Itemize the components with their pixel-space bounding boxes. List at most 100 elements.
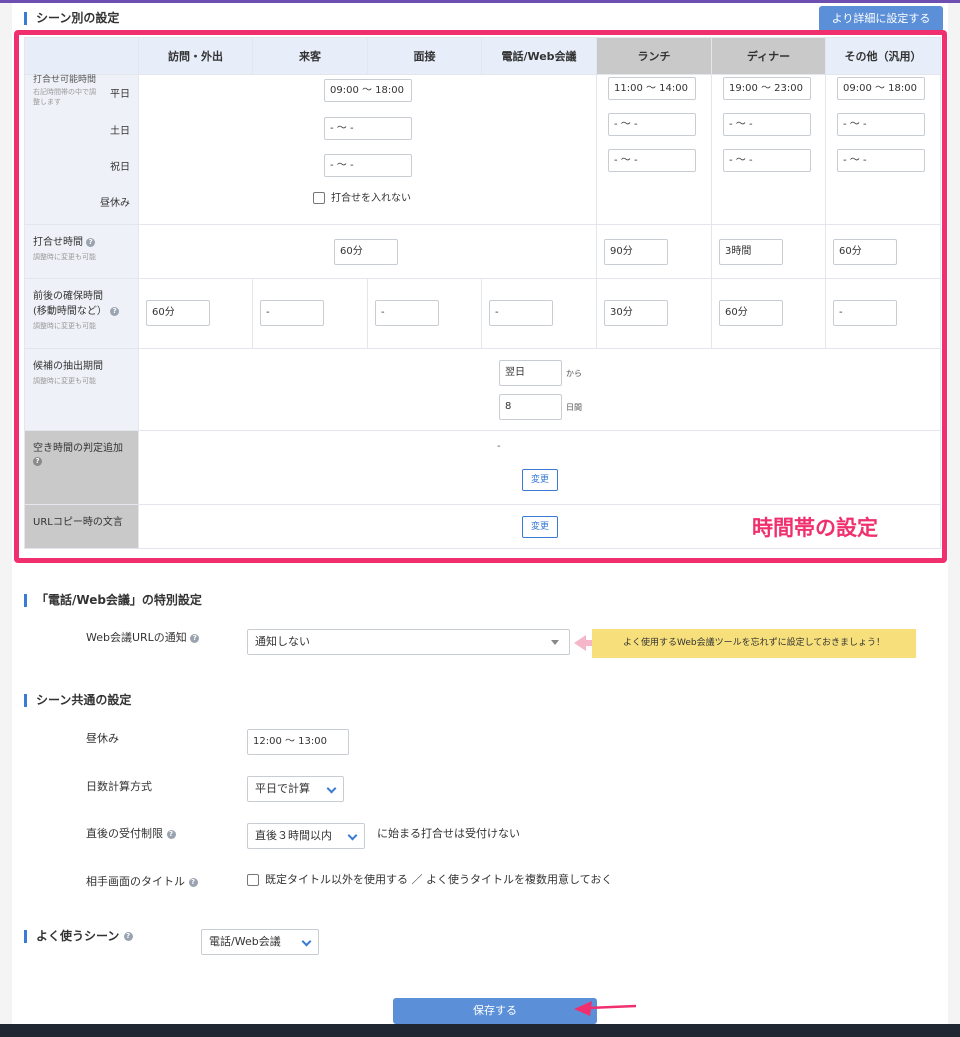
dinner-holiday-input[interactable]: - 〜 - (723, 149, 811, 172)
buffer-cell-web: - (481, 278, 597, 349)
title-option-checkbox[interactable] (247, 874, 259, 886)
url-copy-change-button[interactable]: 変更 (522, 516, 558, 538)
shared-saturday-input[interactable]: - 〜 - (324, 117, 412, 140)
buffer-input-lunch[interactable]: 30分 (604, 300, 668, 326)
period-days-label: 日間 (566, 403, 582, 412)
col-guest: 来客 (252, 37, 368, 75)
shared-hours-cell: 09:00 〜 18:00 - 〜 - - 〜 - 打合せを入れない (138, 74, 597, 225)
duration-label: 打合せ時間 (33, 237, 83, 248)
favorite-scene-value: 電話/Web会議 (209, 935, 281, 948)
dinner-saturday-input[interactable]: - 〜 - (723, 113, 811, 136)
buffer-input-other[interactable]: - (833, 300, 897, 326)
buffer-input-interview[interactable]: - (375, 300, 439, 326)
weekday-label: 平日 (110, 89, 130, 100)
lunch-break-label: 昼休み (86, 732, 119, 745)
saturday-label: 土日 (110, 126, 130, 137)
period-label-cell: 候補の抽出期間 調整時に変更も可能 (24, 348, 139, 431)
chevron-down-icon (326, 783, 337, 794)
help-icon[interactable]: ? (33, 457, 42, 466)
title-label-text: 相手画面のタイトル (86, 875, 185, 888)
meeting-hours-label-cell: 打合せ可能時間 右記時間帯の中で調整します 平日 土日 祝日 昼休み (24, 74, 139, 225)
col-other: その他（汎用） (825, 37, 941, 75)
buffer-cell-other: - (825, 278, 941, 349)
url-notify-select[interactable]: 通知しない (247, 629, 570, 655)
duration-sub: 調整時に変更も可能 (33, 253, 96, 261)
other-duration-input[interactable]: 60分 (833, 239, 897, 265)
no-meeting-checkbox[interactable] (313, 192, 325, 204)
shared-duration-input[interactable]: 60分 (334, 239, 398, 265)
buffer-cell-visit: 60分 (138, 278, 253, 349)
bottom-bar (0, 1024, 960, 1037)
help-icon[interactable]: ? (86, 237, 96, 247)
buffer-input-visit[interactable]: 60分 (146, 300, 210, 326)
shared-holiday-input[interactable]: - 〜 - (324, 154, 412, 177)
lunch-duration-input[interactable]: 90分 (604, 239, 668, 265)
lunch-holiday-input[interactable]: - 〜 - (608, 149, 696, 172)
lunch-break-input[interactable]: 12:00 〜 13:00 (247, 729, 349, 755)
help-icon[interactable]: ? (166, 829, 176, 839)
title-option[interactable]: 既定タイトル以外を使用する ／ よく使うタイトルを複数用意しておく (247, 871, 612, 887)
dropdown-arrow-icon (551, 640, 559, 645)
dinner-duration-input[interactable]: 3時間 (719, 239, 783, 265)
lunch-hours-cell: 11:00 〜 14:00 - 〜 - - 〜 - (596, 74, 712, 225)
header-empty (24, 37, 139, 75)
favorite-scene-select[interactable]: 電話/Web会議 (201, 929, 319, 955)
dinner-weekday-input[interactable]: 19:00 〜 23:00 (723, 77, 811, 100)
limit-suffix: に始まる打合せは受付けない (377, 827, 520, 840)
col-visit: 訪問・外出 (138, 37, 253, 75)
period-label: 候補の抽出期間 (33, 361, 103, 372)
lunch-duration-cell: 90分 (596, 224, 712, 279)
no-meeting-checkbox-label: 打合せを入れない (331, 193, 411, 204)
period-days-input[interactable]: 8 (499, 394, 562, 420)
url-copy-label-cell: URLコピー時の文言 (24, 504, 139, 549)
other-weekday-input[interactable]: 09:00 〜 18:00 (837, 77, 925, 100)
free-check-cell: - 変更 (138, 430, 941, 505)
free-check-change-button[interactable]: 変更 (522, 469, 558, 491)
save-arrow-icon (574, 1001, 637, 1016)
scene-settings-table: 訪問・外出 来客 面接 電話/Web会議 ランチ ディナー その他（汎用） 打合… (24, 37, 941, 549)
days-calc-select[interactable]: 平日で計算 (247, 776, 344, 802)
favorite-scene-title: よく使うシーン ? (24, 930, 133, 943)
buffer-input-guest[interactable]: - (260, 300, 324, 326)
dinner-duration-cell: 3時間 (711, 224, 826, 279)
detail-settings-button[interactable]: より詳細に設定する (819, 6, 943, 32)
period-from-label: から (566, 369, 582, 378)
other-saturday-input[interactable]: - 〜 - (837, 113, 925, 136)
scene-settings-title: シーン別の設定 (24, 12, 119, 25)
period-start-input[interactable]: 翌日 (499, 360, 562, 386)
web-section-title: 「電話/Web会議」の特別設定 (24, 594, 202, 607)
buffer-cell-guest: - (252, 278, 368, 349)
title-label: 相手画面のタイトル ? (86, 873, 198, 889)
buffer-input-dinner[interactable]: 60分 (719, 300, 783, 326)
url-notify-label-text: Web会議URLの通知 (86, 631, 187, 644)
url-notify-value: 通知しない (255, 635, 310, 648)
lunch-saturday-input[interactable]: - 〜 - (608, 113, 696, 136)
help-icon[interactable]: ? (123, 932, 133, 941)
help-icon[interactable]: ? (110, 306, 120, 316)
meeting-hours-label: 打合せ可能時間 (33, 75, 97, 85)
buffer-input-web[interactable]: - (489, 300, 553, 326)
col-interview: 面接 (367, 37, 482, 75)
help-icon[interactable]: ? (188, 877, 198, 887)
time-settings-annotation: 時間帯の設定 (752, 516, 878, 540)
lunch-weekday-input[interactable]: 11:00 〜 14:00 (608, 77, 696, 100)
url-notify-label: Web会議URLの通知 ? (86, 629, 200, 645)
lunch-break-label: 昼休み (100, 198, 130, 209)
other-holiday-input[interactable]: - 〜 - (837, 149, 925, 172)
common-section-title: シーン共通の設定 (24, 694, 131, 707)
chevron-down-icon (347, 830, 358, 841)
no-meeting-option[interactable]: 打合せを入れない (313, 189, 411, 204)
limit-select[interactable]: 直後３時間以内 (247, 823, 365, 849)
limit-label-text: 直後の受付制限 (86, 827, 163, 840)
help-icon[interactable]: ? (190, 633, 200, 643)
save-button[interactable]: 保存する (393, 998, 597, 1024)
buffer-label-2: (移動時間など） (33, 306, 107, 317)
buffer-cell-interview: - (367, 278, 482, 349)
limit-label: 直後の受付制限 ? (86, 825, 176, 841)
days-calc-value: 平日で計算 (255, 782, 310, 795)
meeting-hours-sub: 右記時間帯の中で調整します (33, 88, 96, 106)
buffer-label: 前後の確保時間 (33, 291, 103, 302)
buffer-sub: 調整時に変更も可能 (33, 322, 96, 330)
shared-weekday-input[interactable]: 09:00 〜 18:00 (324, 79, 412, 102)
col-web-meeting: 電話/Web会議 (481, 37, 597, 75)
